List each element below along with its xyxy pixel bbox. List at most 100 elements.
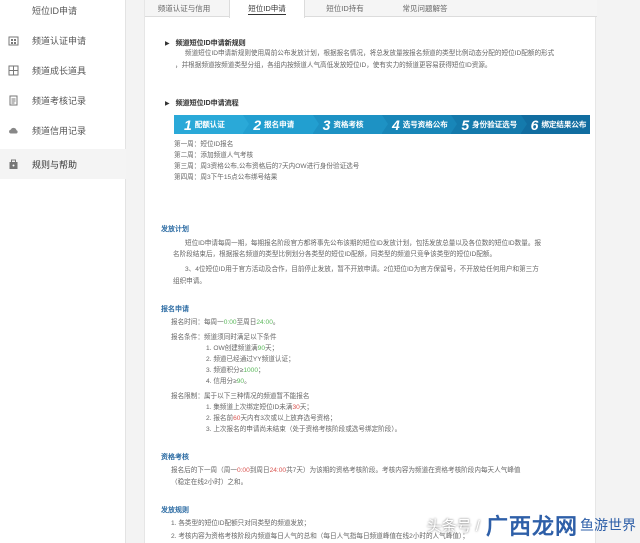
bag-icon xyxy=(8,159,19,170)
tab-bar: 频道认证与信用 短位ID申请 短位ID持有 常见问题解答 xyxy=(145,0,597,18)
apply-limit: 3. 上次报名的申请尚未结束（处于资格考核阶段或选号绑定阶段）。 xyxy=(206,424,401,435)
tab-short-id-hold[interactable]: 短位ID持有 xyxy=(309,0,381,17)
apply-cond: 2. 频道已经通过YY频道认证； xyxy=(206,354,295,365)
apply-time-tail: 。 xyxy=(272,319,280,326)
apply-cond: 1. OW创建频道满90天； xyxy=(206,343,278,354)
apply-cond-label: 报名条件：频道须同时满足以下条件 xyxy=(171,334,277,341)
limit-text: 1. 集频道上次绑定短位ID未满 xyxy=(206,404,293,411)
week-line: 第三周：周3资格公布,公布资格后的7天内OW进行身份验证选号 xyxy=(174,163,360,170)
heading-plan: 发放计划 xyxy=(161,226,189,233)
section-title-process: ▶ 频道短位ID申请流程 xyxy=(165,98,239,108)
step-number: 5 xyxy=(461,116,470,133)
apply-limit: 1. 集频道上次绑定短位ID未满30天； xyxy=(206,402,313,413)
cond-tail: 天； xyxy=(265,345,279,352)
review-line2: （稳定在线2小时）之和。 xyxy=(171,479,248,486)
sidebar-item-credit-records[interactable]: 频道信用记录 xyxy=(0,115,126,145)
step-label: 报名申请 xyxy=(264,120,295,129)
sidebar-item-short-id-apply[interactable]: 短位ID申请 xyxy=(0,0,126,25)
step-number: 4 xyxy=(391,116,400,133)
tab-label: 短位ID申请 xyxy=(248,4,286,15)
limit-tail: 天内有3次或以上放弃选号资格； xyxy=(240,415,337,422)
apply-time-mid: 至周日 xyxy=(236,319,257,326)
cond-value: 90 xyxy=(236,378,245,385)
apply-time-start: 0:00 xyxy=(223,319,237,326)
watermark: 头条号 / 广西龙网 鱼游世界 xyxy=(427,509,636,541)
step-label: 配额认证 xyxy=(194,120,225,129)
grid-icon xyxy=(8,65,19,76)
review-line1: 报名后的下一周（周一0:00到周日24:00共7天）为该期的资格考核阶段。考核内… xyxy=(171,465,591,476)
step-label: 身份验证选号 xyxy=(472,120,518,129)
sidebar-item-label: 短位ID申请 xyxy=(32,5,78,16)
sidebar-item-label: 频道成长道具 xyxy=(32,65,87,76)
watermark-sub-text: 鱼游世界 xyxy=(580,517,636,533)
apply-limit-label: 报名限制：属于以下三种情况的频道暂不能报名 xyxy=(171,393,310,400)
apply-limit: 2. 报名前60天内有3次或以上放弃选号资格； xyxy=(206,413,336,424)
week-line: 第一周：短位ID报名 xyxy=(174,141,234,148)
watermark-text: 头条号 / xyxy=(426,517,480,535)
heading-review: 资格考核 xyxy=(161,454,189,461)
cond-text: 4. 信用分≥ xyxy=(206,378,237,385)
apply-time-end: 24:00 xyxy=(256,319,273,326)
triangle-icon: ▶ xyxy=(165,100,170,107)
sidebar: 短位ID申请 频道认证申请 频道成长道具 频道考核记录 频道信用记录 规则与帮助 xyxy=(0,0,126,543)
step-number: 1 xyxy=(184,116,192,133)
step-label: 选号资格公布 xyxy=(402,120,448,129)
cond-text: 1. OW创建频道满 xyxy=(206,345,258,352)
cond-value: 1000 xyxy=(243,367,258,374)
plan-line: 短位ID申请每周一期，每期报名阶段官方都将事先公布该期的短位ID发放计划，包括发… xyxy=(185,240,542,247)
tab-label: 频道认证与信用 xyxy=(157,4,211,13)
cond-value: 90 xyxy=(257,345,265,352)
limit-value: 30 xyxy=(292,404,300,411)
plan-line: 名阶段结束后，根据报名频道的类型比例划分各类型的短位ID配额，同类型的频道只竞争… xyxy=(173,251,497,258)
limit-tail: 天； xyxy=(299,404,313,411)
tab-label: 短位ID持有 xyxy=(326,4,364,13)
triangle-icon: ▶ xyxy=(165,40,170,47)
sidebar-item-label: 频道信用记录 xyxy=(32,125,87,136)
rules-body-line2: ，并根据频道按频道类型分组，各组内按频道人气高低发放短位ID，使有实力的频道更容… xyxy=(175,62,492,69)
process-step: 2 报名申请 xyxy=(243,115,320,134)
sidebar-item-label: 规则与帮助 xyxy=(32,159,78,170)
cond-tail: 。 xyxy=(244,378,251,385)
cond-text: 2. 频道已经通过YY频道认证； xyxy=(206,356,295,363)
week-line: 第二周：添加频道人气考核 xyxy=(174,152,254,159)
document-icon xyxy=(8,95,19,106)
building-icon xyxy=(8,35,19,46)
limit-text: 2. 报名前 xyxy=(206,415,234,422)
sidebar-item-growth-tools[interactable]: 频道成长道具 xyxy=(0,55,126,85)
cloud-icon xyxy=(8,125,19,136)
section-title-text: 频道短位ID申请流程 xyxy=(175,100,239,107)
apply-cond: 3. 频道积分≥1000； xyxy=(206,365,265,376)
sidebar-item-rules-help[interactable]: 规则与帮助 xyxy=(0,149,126,179)
review-end: 24:00 xyxy=(269,467,287,474)
review-start: 0:00 xyxy=(236,467,250,474)
review-text: 到周日 xyxy=(249,467,270,474)
step-label: 绑定结果公布 xyxy=(541,120,587,129)
section-title-new-rules: ▶ 频道短位ID申请新规则 xyxy=(165,38,246,48)
limit-text: 3. 上次报名的申请尚未结束（处于资格考核阶段或选号绑定阶段）。 xyxy=(206,426,402,433)
step-number: 6 xyxy=(530,116,539,133)
tab-label: 常见问题解答 xyxy=(402,4,448,13)
process-steps: 1 配额认证 2 报名申请 3 资格考核 4 选号资格公布 5 身份验证选号 6 绑定结果公… xyxy=(174,115,590,134)
process-step: 3 资格考核 xyxy=(312,115,389,134)
blank-icon xyxy=(8,5,19,16)
review-text: 报名后的下一周（周一 xyxy=(171,467,237,474)
cond-text: 3. 频道积分≥ xyxy=(206,367,244,374)
section-title-text: 频道短位ID申请新规则 xyxy=(175,40,246,47)
main-panel: 频道认证与信用 短位ID申请 短位ID持有 常见问题解答 ▶ 频道短位ID申请新… xyxy=(144,0,597,543)
sidebar-item-label: 频道考核记录 xyxy=(32,95,87,106)
process-step: 5 身份验证选号 xyxy=(451,115,527,134)
sidebar-item-label: 频道认证申请 xyxy=(32,35,87,46)
watermark-logo-text: 广西龙网 xyxy=(485,514,578,539)
sidebar-item-review-records[interactable]: 频道考核记录 xyxy=(0,85,126,115)
heading-apply: 报名申请 xyxy=(161,306,189,313)
rules-body-line1: 频道短位ID申请新规则使用周前公布发放计划，根据报名情况，将总发放量按报名频道的… xyxy=(185,50,555,57)
tab-faq[interactable]: 常见问题解答 xyxy=(389,0,461,17)
tab-channel-auth-credit[interactable]: 频道认证与信用 xyxy=(145,0,223,17)
rules-line: 1. 各类型的短位ID配额只对同类型的频道发放； xyxy=(171,520,311,527)
tab-short-id-apply[interactable]: 短位ID申请 xyxy=(229,0,305,18)
plan-line: 组织申请。 xyxy=(173,278,206,285)
cond-tail: ； xyxy=(258,367,265,374)
apply-time-label: 报名时间：每周一 xyxy=(171,319,224,326)
heading-rules: 发放规则 xyxy=(161,507,189,514)
sidebar-item-channel-auth[interactable]: 频道认证申请 xyxy=(0,25,126,55)
